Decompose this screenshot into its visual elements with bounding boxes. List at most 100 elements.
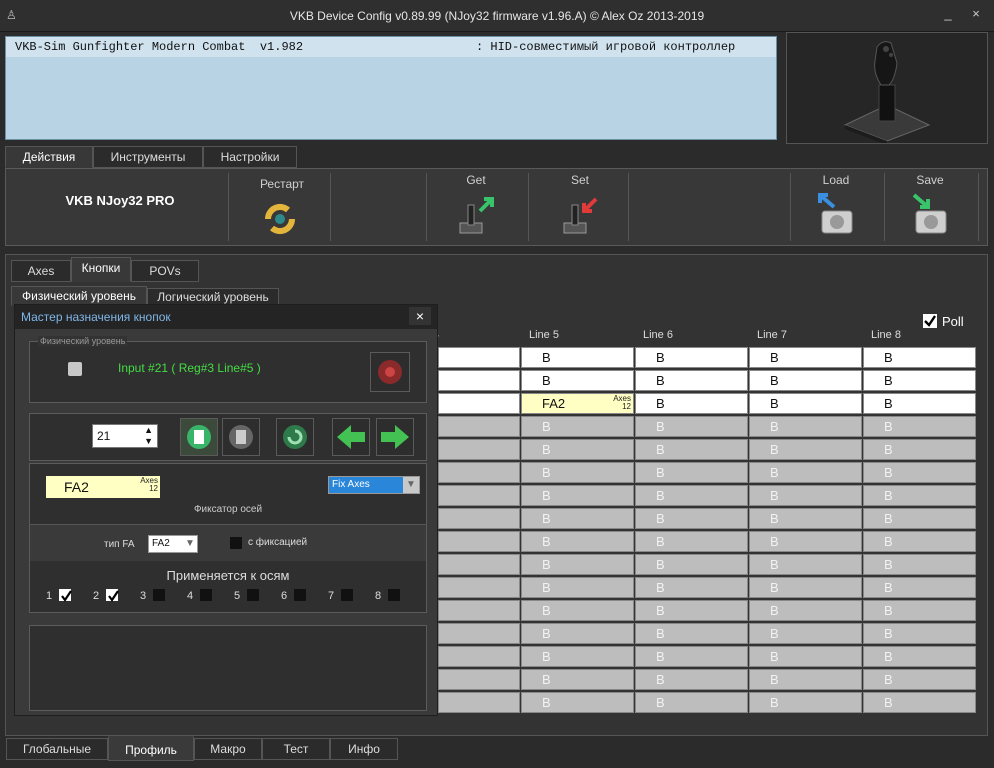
grid-cell[interactable] <box>438 531 520 552</box>
tab-info[interactable]: Инфо <box>330 738 398 760</box>
grid-cell[interactable]: B <box>521 577 634 598</box>
grid-cell[interactable]: B <box>521 669 634 690</box>
axis-checkbox[interactable] <box>388 589 400 601</box>
grid-cell[interactable]: B <box>521 485 634 506</box>
grid-cell[interactable]: B <box>635 393 748 414</box>
grid-cell[interactable]: B <box>521 646 634 667</box>
grid-cell[interactable]: B <box>635 531 748 552</box>
grid-cell[interactable] <box>438 370 520 391</box>
tab-tools[interactable]: Инструменты <box>93 146 203 168</box>
grid-cell[interactable]: B <box>863 508 976 529</box>
axis-checkbox[interactable] <box>341 589 353 601</box>
grid-cell[interactable] <box>438 439 520 460</box>
axis-checkbox[interactable] <box>294 589 306 601</box>
axis-checkbox[interactable] <box>106 589 119 602</box>
tab-axes[interactable]: Axes <box>11 260 71 282</box>
grid-cell[interactable]: B <box>635 416 748 437</box>
grid-cell[interactable]: B <box>521 692 634 713</box>
paste-button[interactable] <box>222 418 260 456</box>
grid-cell[interactable] <box>438 692 520 713</box>
tab-global[interactable]: Глобальные <box>6 738 108 760</box>
axis-checkbox[interactable] <box>59 589 72 602</box>
grid-cell[interactable]: B <box>635 646 748 667</box>
grid-cell[interactable]: B <box>635 439 748 460</box>
grid-cell[interactable]: B <box>863 623 976 644</box>
grid-cell[interactable] <box>438 485 520 506</box>
tab-povs[interactable]: POVs <box>131 260 199 282</box>
next-button[interactable] <box>376 418 414 456</box>
grid-cell[interactable]: B <box>749 531 862 552</box>
grid-cell[interactable]: B <box>635 623 748 644</box>
dialog-close-button[interactable]: × <box>409 307 431 325</box>
get-button[interactable] <box>454 193 496 237</box>
grid-cell[interactable]: B <box>749 485 862 506</box>
grid-cell[interactable]: B <box>749 646 862 667</box>
minimize-button[interactable]: _ <box>934 6 962 24</box>
previous-button[interactable] <box>332 418 370 456</box>
grid-cell[interactable] <box>438 623 520 644</box>
grid-cell[interactable]: B <box>749 692 862 713</box>
grid-cell[interactable]: B <box>749 393 862 414</box>
grid-cell[interactable]: B <box>863 669 976 690</box>
tab-physical-level[interactable]: Физический уровень <box>11 286 147 306</box>
grid-cell[interactable]: B <box>635 508 748 529</box>
grid-cell[interactable]: B <box>749 669 862 690</box>
input-number-spinner[interactable]: 21 ▲ ▼ <box>92 424 158 448</box>
grid-cell[interactable]: B <box>749 577 862 598</box>
grid-cell[interactable]: B <box>863 393 976 414</box>
set-button[interactable] <box>558 193 600 237</box>
grid-cell[interactable]: B <box>863 692 976 713</box>
grid-cell[interactable]: B <box>635 669 748 690</box>
mode-select[interactable]: Fix Axes ▼ <box>328 476 420 494</box>
restart-button[interactable] <box>262 201 298 237</box>
grid-cell[interactable]: B <box>863 439 976 460</box>
grid-cell[interactable]: B <box>521 347 634 368</box>
load-button[interactable] <box>814 193 858 237</box>
grid-cell[interactable] <box>438 462 520 483</box>
grid-cell[interactable]: B <box>863 462 976 483</box>
grid-cell[interactable]: B <box>521 623 634 644</box>
grid-cell[interactable]: B <box>749 347 862 368</box>
grid-cell[interactable]: B <box>749 623 862 644</box>
axis-checkbox[interactable] <box>247 589 259 601</box>
copy-button[interactable] <box>180 418 218 456</box>
grid-cell[interactable]: B <box>863 416 976 437</box>
grid-cell[interactable] <box>438 669 520 690</box>
grid-cell[interactable]: B <box>749 462 862 483</box>
grid-cell[interactable]: B <box>749 554 862 575</box>
grid-cell[interactable]: B <box>749 508 862 529</box>
grid-cell[interactable]: B <box>521 600 634 621</box>
tab-buttons[interactable]: Кнопки <box>71 257 131 282</box>
grid-cell[interactable]: B <box>863 347 976 368</box>
grid-cell[interactable]: B <box>635 485 748 506</box>
grid-cell[interactable]: B <box>521 416 634 437</box>
grid-cell[interactable]: B <box>863 531 976 552</box>
grid-cell[interactable]: B <box>749 370 862 391</box>
reset-button[interactable] <box>276 418 314 456</box>
grid-cell[interactable]: B <box>635 600 748 621</box>
tab-test[interactable]: Тест <box>262 738 330 760</box>
grid-cell[interactable]: B <box>749 416 862 437</box>
record-button[interactable] <box>370 352 410 392</box>
grid-cell[interactable]: B <box>635 462 748 483</box>
grid-cell[interactable]: B <box>863 370 976 391</box>
grid-cell[interactable]: B <box>635 577 748 598</box>
grid-cell[interactable]: B <box>521 554 634 575</box>
axis-checkbox[interactable] <box>200 589 212 601</box>
grid-cell[interactable] <box>438 393 520 414</box>
grid-cell[interactable] <box>438 508 520 529</box>
grid-cell[interactable]: B <box>521 508 634 529</box>
grid-cell[interactable]: B <box>521 462 634 483</box>
save-button[interactable] <box>908 193 952 237</box>
axis-checkbox[interactable] <box>153 589 165 601</box>
tab-macro[interactable]: Макро <box>194 738 262 760</box>
grid-cell[interactable]: B <box>863 600 976 621</box>
poll-checkbox[interactable] <box>923 314 937 328</box>
grid-cell[interactable]: B <box>863 485 976 506</box>
tab-settings[interactable]: Настройки <box>203 146 297 168</box>
grid-cell[interactable]: B <box>863 646 976 667</box>
close-window-button[interactable]: × <box>962 6 990 24</box>
grid-cell[interactable] <box>438 554 520 575</box>
grid-cell[interactable]: B <box>635 692 748 713</box>
grid-cell[interactable] <box>438 600 520 621</box>
